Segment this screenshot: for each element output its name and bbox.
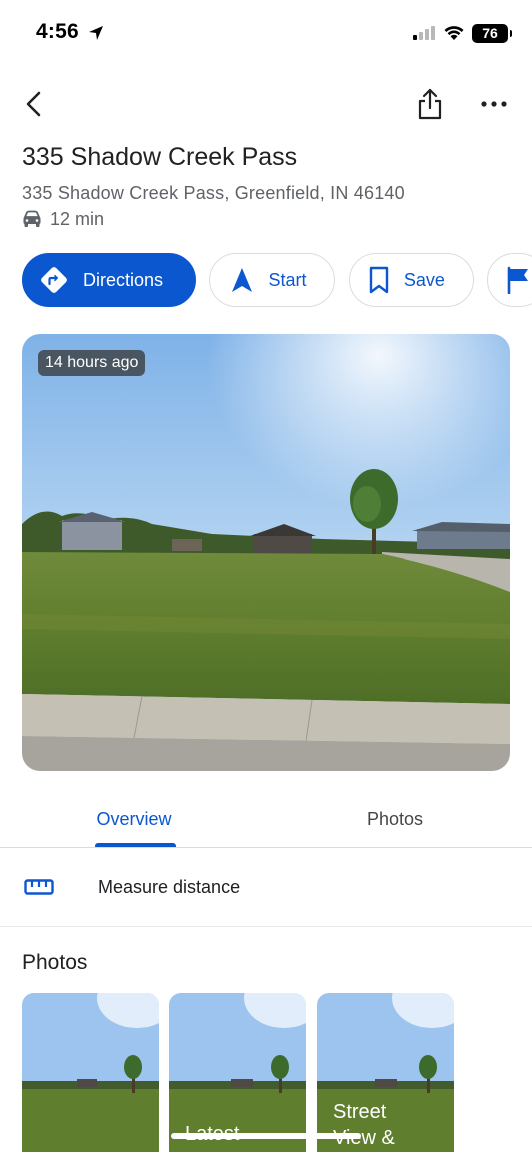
drive-time-row: 12 min bbox=[22, 208, 104, 230]
place-title: 335 Shadow Creek Pass bbox=[22, 143, 298, 171]
back-arrow-icon bbox=[26, 91, 41, 117]
status-time: 4:56 bbox=[36, 20, 79, 43]
directions-icon bbox=[41, 267, 67, 293]
photo-thumbnails: Latest Street View & bbox=[22, 993, 532, 1152]
directions-button[interactable]: Directions bbox=[22, 253, 196, 307]
photos-heading: Photos bbox=[22, 951, 88, 974]
active-tab-indicator bbox=[95, 843, 176, 847]
more-options-button[interactable] bbox=[474, 84, 514, 124]
action-chips: Directions Start Save bbox=[22, 253, 532, 307]
battery-indicator: 76 bbox=[472, 24, 512, 43]
photo-age-badge: 14 hours ago bbox=[38, 350, 146, 376]
location-arrow-icon bbox=[89, 26, 103, 40]
photo-thumbnail-street-view[interactable]: Street View & bbox=[317, 993, 454, 1152]
place-tabs: Overview Photos bbox=[0, 790, 532, 848]
measure-distance-label: Measure distance bbox=[98, 877, 241, 897]
top-actions bbox=[0, 80, 532, 128]
back-button[interactable] bbox=[14, 84, 54, 124]
flag-icon bbox=[508, 266, 529, 294]
photo-thumbnail[interactable] bbox=[22, 993, 159, 1152]
thumbnail-image bbox=[22, 993, 159, 1152]
ruler-icon bbox=[24, 879, 54, 895]
navigation-arrow-icon bbox=[232, 268, 253, 292]
label-button[interactable] bbox=[487, 253, 532, 307]
thumbnail-label: Street View & bbox=[333, 1101, 395, 1149]
measure-distance-row[interactable]: Measure distance bbox=[0, 849, 532, 927]
street-view-image[interactable]: 14 hours ago bbox=[22, 334, 510, 771]
place-address: 335 Shadow Creek Pass, Greenfield, IN 46… bbox=[22, 183, 405, 203]
directions-label: Directions bbox=[83, 269, 164, 290]
cellular-signal-icon bbox=[413, 26, 435, 40]
share-button[interactable] bbox=[410, 84, 450, 124]
share-icon bbox=[418, 88, 442, 120]
battery-level: 76 bbox=[482, 25, 498, 41]
photo-thumbnail-latest[interactable]: Latest bbox=[169, 993, 306, 1152]
tab-photos[interactable]: Photos bbox=[305, 790, 485, 848]
home-indicator[interactable] bbox=[171, 1133, 361, 1139]
wifi-icon bbox=[444, 26, 464, 40]
start-label: Start bbox=[268, 269, 307, 290]
status-bar: 4:56 76 bbox=[0, 0, 532, 66]
more-horizontal-icon bbox=[481, 101, 507, 107]
car-icon bbox=[23, 210, 41, 227]
bookmark-icon bbox=[369, 266, 389, 294]
drive-time: 12 min bbox=[50, 208, 105, 229]
start-button[interactable]: Start bbox=[209, 253, 336, 307]
street-view-photo bbox=[22, 334, 510, 771]
tab-overview[interactable]: Overview bbox=[44, 790, 224, 848]
save-button[interactable]: Save bbox=[348, 253, 474, 307]
save-label: Save bbox=[403, 269, 445, 290]
